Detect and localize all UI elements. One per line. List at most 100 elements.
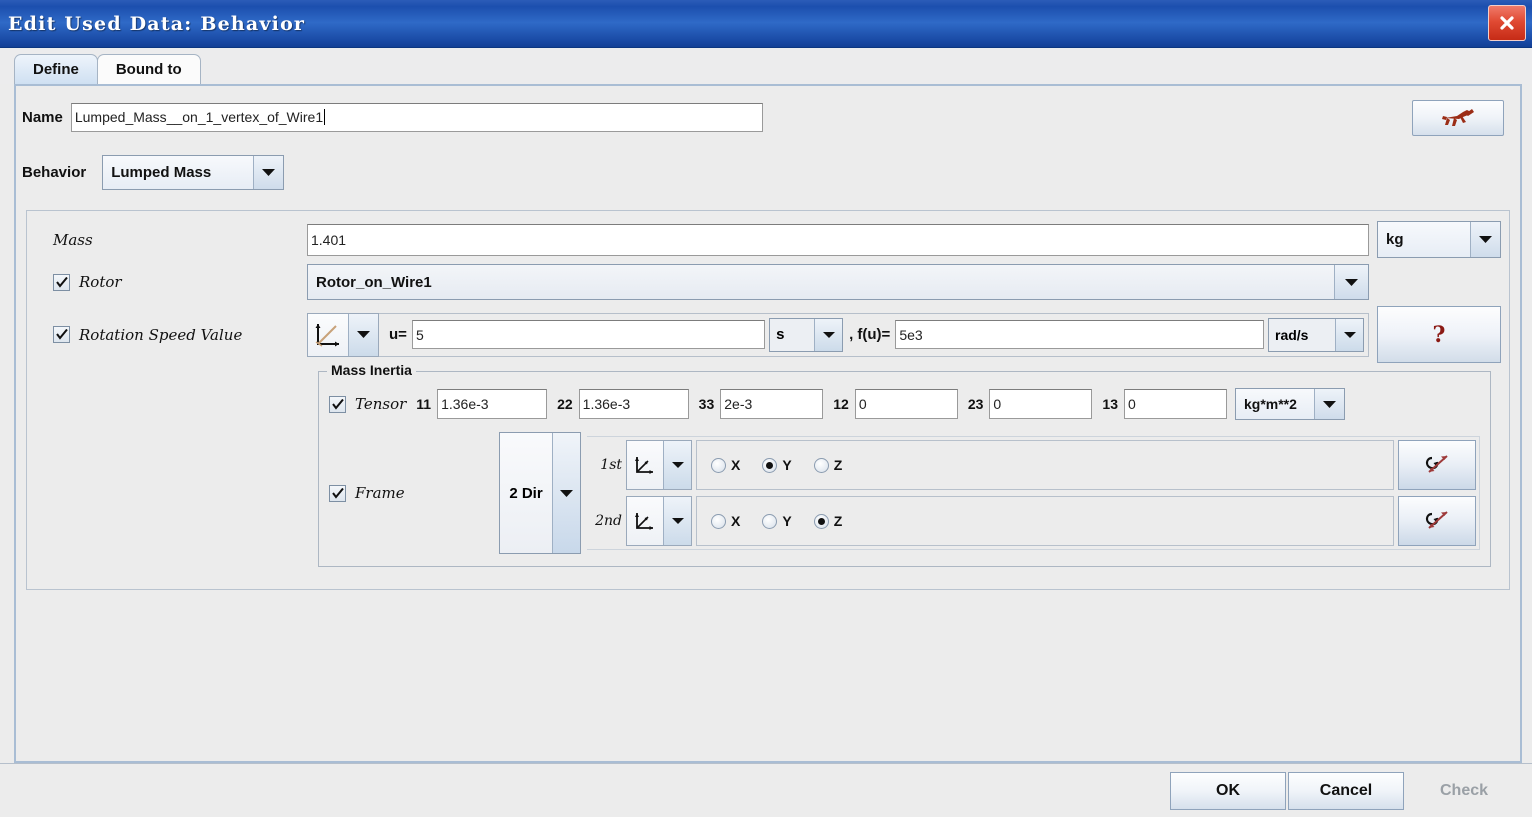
- frame-1st-option-y[interactable]: Y: [762, 457, 791, 473]
- frame-dir-value: 2 Dir: [500, 433, 552, 553]
- name-input-value: Lumped_Mass__on_1_vertex_of_Wire1: [75, 109, 323, 125]
- mass-unit-value: kg: [1378, 222, 1470, 257]
- u-unit-value: s: [770, 319, 814, 351]
- help-button-label: ?: [1433, 322, 1446, 348]
- mass-input[interactable]: 1.401: [307, 224, 1369, 256]
- tab-define[interactable]: Define: [14, 54, 98, 84]
- text-caret: [324, 109, 325, 125]
- check-icon: [56, 329, 68, 340]
- radio-icon-selected: [762, 458, 777, 473]
- radio-icon: [711, 514, 726, 529]
- frame-1st-option-z[interactable]: Z: [814, 457, 843, 473]
- define-tab-panel: Name Lumped_Mass__on_1_vertex_of_Wire1: [14, 84, 1522, 763]
- rotate-arrows-icon: [1420, 506, 1454, 536]
- mass-input-value: 1.401: [311, 232, 346, 248]
- tensor-11-value: 1.36e-3: [441, 396, 488, 412]
- frame-2nd-axis-select[interactable]: [626, 496, 692, 546]
- tensor-11-input[interactable]: 1.36e-3: [437, 389, 547, 419]
- tensor-33-value: 2e-3: [724, 396, 752, 412]
- tensor-13-value: 0: [1128, 396, 1136, 412]
- radio-icon-selected: [814, 514, 829, 529]
- check-icon: [56, 277, 68, 288]
- frame-2nd-option-x-label: X: [731, 513, 740, 529]
- frame-1st-pick-button[interactable]: [1398, 440, 1476, 490]
- rotor-row: Rotor Rotor_on_Wire1: [35, 264, 1501, 300]
- rotor-label-cell: Rotor: [35, 273, 307, 291]
- red-running-animal-icon: [1441, 107, 1475, 129]
- title-bar: Edit Used Data: Behavior: [0, 0, 1532, 48]
- chevron-down-icon: [1470, 222, 1500, 257]
- tensor-row: Tensor 11 1.36e-3 22 1.36e-3 33 2e-3 12: [329, 388, 1480, 420]
- rotor-checkbox[interactable]: [53, 274, 70, 291]
- tensor-13-input[interactable]: 0: [1124, 389, 1227, 419]
- chevron-down-icon: [1314, 389, 1344, 419]
- frame-label-cell: Frame: [329, 484, 499, 502]
- close-icon: [1497, 13, 1517, 33]
- section-bottom-pad: [35, 567, 1501, 575]
- cancel-button[interactable]: Cancel: [1288, 772, 1404, 810]
- mass-inertia-title: Mass Inertia: [327, 362, 416, 378]
- radio-icon: [711, 458, 726, 473]
- mass-inertia-group: Mass Inertia Tensor 11 1.36e-3 22 1.36: [318, 371, 1491, 567]
- u-label: u=: [389, 326, 407, 343]
- rotation-speed-checkbox[interactable]: [53, 326, 70, 343]
- frame-direction-1st: 1st: [587, 437, 1479, 493]
- frame-2nd-label: 2nd: [590, 513, 622, 529]
- frame-2nd-option-z[interactable]: Z: [814, 513, 843, 529]
- tensor-13-label: 13: [1102, 396, 1118, 412]
- animal-button[interactable]: [1412, 100, 1504, 136]
- chevron-down-icon: [1334, 265, 1368, 299]
- frame-2nd-pick-button[interactable]: [1398, 496, 1476, 546]
- tensor-22-input[interactable]: 1.36e-3: [579, 389, 689, 419]
- mass-unit-select[interactable]: kg: [1377, 221, 1501, 258]
- fu-input-value: 5e3: [899, 327, 922, 343]
- tensor-11-label: 11: [416, 396, 431, 412]
- frame-1st-option-z-label: Z: [834, 457, 843, 473]
- frame-row: Frame 2 Dir 1st: [329, 432, 1480, 554]
- name-input[interactable]: Lumped_Mass__on_1_vertex_of_Wire1: [71, 103, 763, 132]
- frame-2nd-option-x[interactable]: X: [711, 513, 740, 529]
- u-unit-select[interactable]: s: [769, 318, 843, 352]
- frame-direction-2nd: 2nd: [587, 493, 1479, 549]
- rotation-speed-row: Rotation Speed Value: [35, 306, 1501, 363]
- frame-2nd-option-y[interactable]: Y: [762, 513, 791, 529]
- u-input[interactable]: 5: [412, 320, 765, 349]
- frame-1st-axis-select[interactable]: [626, 440, 692, 490]
- fu-label: , f(u)=: [849, 326, 890, 343]
- frame-1st-option-x[interactable]: X: [711, 457, 740, 473]
- close-button[interactable]: [1488, 5, 1526, 41]
- coordinate-axes-icon: [627, 497, 663, 545]
- chevron-down-icon: [663, 497, 691, 545]
- radio-icon: [762, 514, 777, 529]
- tensor-23-input[interactable]: 0: [989, 389, 1092, 419]
- rotor-select[interactable]: Rotor_on_Wire1: [307, 264, 1369, 300]
- tensor-12-input[interactable]: 0: [855, 389, 958, 419]
- frame-2nd-option-y-label: Y: [782, 513, 791, 529]
- behavior-select[interactable]: Lumped Mass: [102, 155, 284, 190]
- frame-checkbox[interactable]: [329, 485, 346, 502]
- radio-icon: [814, 458, 829, 473]
- frame-1st-label: 1st: [590, 457, 622, 473]
- check-icon: [332, 488, 344, 499]
- rotor-label: Rotor: [79, 273, 122, 291]
- rotation-speed-label-cell: Rotation Speed Value: [35, 326, 307, 344]
- ok-button[interactable]: OK: [1170, 772, 1286, 810]
- frame-dir-select[interactable]: 2 Dir: [499, 432, 581, 554]
- tensor-unit-select[interactable]: kg*m**2: [1235, 388, 1345, 420]
- mass-label: Mass: [53, 231, 93, 249]
- frame-label: Frame: [355, 484, 405, 502]
- fu-input[interactable]: 5e3: [895, 320, 1264, 349]
- fu-unit-select[interactable]: rad/s: [1268, 318, 1364, 352]
- tensor-33-label: 33: [699, 396, 715, 412]
- tensor-checkbox[interactable]: [329, 396, 346, 413]
- tensor-23-label: 23: [968, 396, 984, 412]
- ok-button-label: OK: [1216, 782, 1240, 800]
- dialog-button-bar: OK Cancel Check: [0, 763, 1532, 817]
- function-type-select[interactable]: [307, 313, 379, 357]
- fu-unit-value: rad/s: [1269, 319, 1335, 351]
- top-fields: Name Lumped_Mass__on_1_vertex_of_Wire1: [16, 86, 1520, 198]
- tensor-33-input[interactable]: 2e-3: [720, 389, 823, 419]
- help-button[interactable]: ?: [1377, 306, 1501, 363]
- tab-bound-to[interactable]: Bound to: [97, 54, 201, 84]
- tab-bound-to-label: Bound to: [116, 61, 182, 78]
